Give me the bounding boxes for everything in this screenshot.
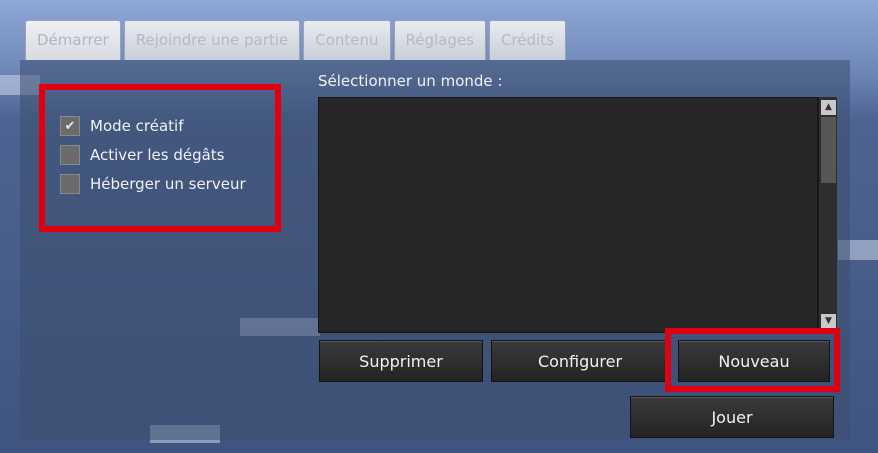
tab-content[interactable]: Contenu [303,20,391,60]
tab-bar: Démarrer Rejoindre une partie Contenu Ré… [25,20,566,60]
tab-credits[interactable]: Crédits [488,20,566,60]
tab-start[interactable]: Démarrer [25,20,121,60]
world-list-scrollbar[interactable]: ▲ ▼ [818,97,837,333]
delete-button[interactable]: Supprimer [319,340,483,382]
select-world-label: Sélectionner un monde : [318,72,503,90]
configure-button[interactable]: Configurer [491,340,669,382]
tab-settings[interactable]: Réglages [393,20,486,60]
new-button-highlight-box [665,328,840,392]
scroll-up-icon[interactable]: ▲ [821,100,836,115]
tab-join-game[interactable]: Rejoindre une partie [123,20,301,60]
world-list[interactable] [318,97,818,333]
scroll-down-icon[interactable]: ▼ [821,314,836,329]
options-highlight-box [39,84,281,232]
play-button[interactable]: Jouer [630,396,834,438]
scrollbar-thumb[interactable] [821,117,836,183]
